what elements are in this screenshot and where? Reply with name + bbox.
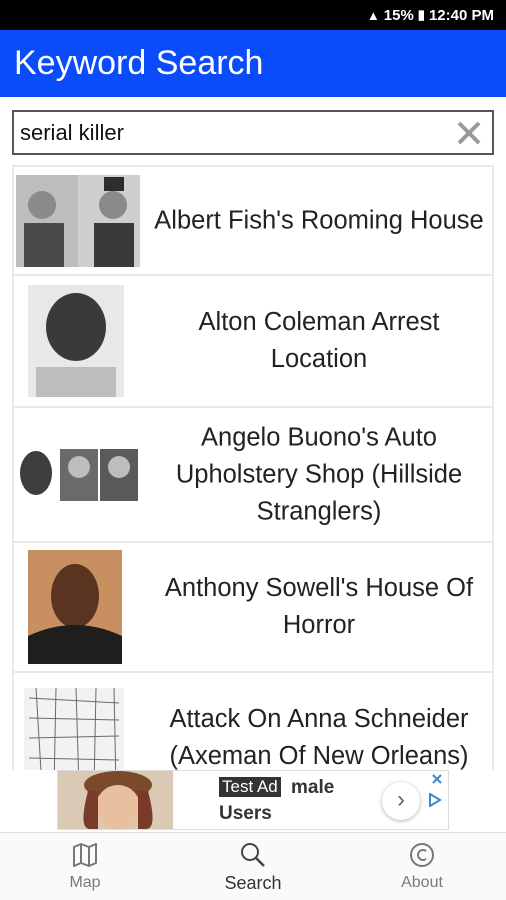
clear-icon[interactable] [454, 118, 484, 148]
clock: 12:40 PM [428, 6, 494, 24]
signal-icon: ▲ [366, 7, 380, 23]
search-input[interactable] [20, 118, 450, 148]
status-bar: ▲ 15% ▮ 12:40 PM [0, 0, 506, 30]
map-icon [73, 843, 97, 867]
result-thumbnail [16, 174, 140, 267]
nav-search[interactable]: Search [193, 833, 313, 900]
result-thumbnail [28, 285, 124, 397]
list-item[interactable]: Alton Coleman Arrest Location [14, 276, 492, 406]
list-item[interactable]: Attack On Anna Schneider (Axeman Of New … [14, 673, 492, 770]
ad-image [58, 771, 173, 829]
ad-headline: male [291, 777, 335, 798]
page-title: Keyword Search [14, 44, 264, 82]
result-thumbnail [24, 688, 124, 770]
nav-about[interactable]: About [362, 833, 482, 900]
result-title: Anthony Sowell's House Of Horror [164, 574, 474, 639]
ad-next-icon[interactable]: › [382, 782, 420, 820]
nav-map[interactable]: Map [25, 833, 145, 900]
result-title: Attack On Anna Schneider (Axeman Of New … [169, 705, 469, 770]
battery-icon: ▮ [417, 7, 425, 22]
battery-level: 15% [383, 6, 414, 24]
nav-map-label: Map [69, 874, 101, 891]
test-ad-label: Test Ad [219, 777, 281, 797]
result-thumbnail [28, 550, 122, 664]
search-box [12, 110, 494, 155]
result-thumbnail [16, 446, 140, 503]
app-bar: Keyword Search [0, 30, 506, 97]
ad-subline: Users [219, 803, 272, 824]
list-item[interactable]: Albert Fish's Rooming House [14, 167, 492, 274]
list-item[interactable]: Angelo Buono's Auto Upholstery Shop (Hil… [14, 408, 492, 541]
nav-about-label: About [401, 874, 443, 891]
result-title: Albert Fish's Rooming House [154, 206, 484, 234]
list-item[interactable]: Anthony Sowell's House Of Horror [14, 543, 492, 671]
results-list: Albert Fish's Rooming House Alton Colema… [12, 165, 494, 770]
bottom-nav: Map Search About [0, 832, 506, 900]
result-title: Alton Coleman Arrest Location [198, 308, 440, 373]
nav-search-label: Search [224, 873, 282, 893]
ad-banner[interactable]: Test Ad male Users › [57, 770, 449, 830]
ad-close-icon[interactable] [430, 772, 444, 786]
result-title: Angelo Buono's Auto Upholstery Shop (Hil… [175, 423, 463, 525]
search-icon [241, 843, 265, 867]
ad-choices-icon[interactable] [428, 793, 442, 807]
copyright-icon [410, 843, 434, 867]
